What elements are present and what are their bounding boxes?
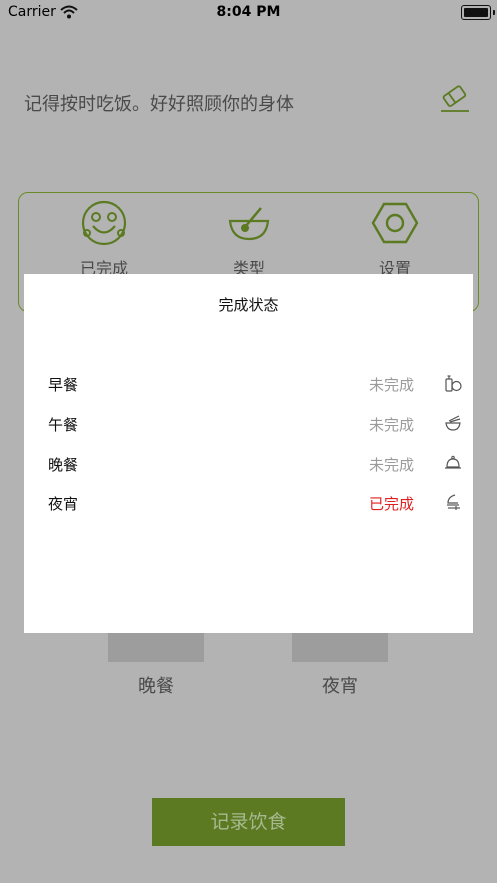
meal-name: 夜宵 [48,495,79,513]
meal-name: 晚餐 [48,456,79,474]
night-snack-label: 夜宵 [322,676,358,697]
meal-name: 早餐 [48,376,79,394]
meal-status: 已完成 [368,495,414,513]
bowl-spoon-icon [228,207,270,241]
smiley-face-icon [81,200,127,246]
status-bar: Carrier 8:04 PM [0,0,497,26]
meal-status: 未完成 [368,416,414,434]
clock: 8:04 PM [216,4,281,20]
meal-status: 未完成 [368,456,414,474]
meal-row-night-snack[interactable]: 夜宵 已完成 [24,490,473,516]
settings-action[interactable]: 设置 [345,199,445,279]
battery-icon [461,5,495,20]
dialog-title: 完成状态 [218,296,279,314]
meal-row-breakfast[interactable]: 早餐 未完成 [24,371,473,397]
meal-row-lunch[interactable]: 午餐 未完成 [24,411,473,437]
completion-status-dialog: 完成状态 早餐 未完成 午餐 未完成 晚餐 未完成 夜宵 已完成 [24,274,473,633]
reminder-message: 记得按时吃饭。好好照顾你的身体 [24,94,294,115]
completed-action[interactable]: 已完成 [54,199,154,279]
bread-bottle-icon [444,374,462,392]
meal-row-dinner[interactable]: 晚餐 未完成 [24,451,473,477]
cloche-icon [444,454,462,472]
record-diet-button[interactable]: 记录饮食 [152,798,345,846]
noodle-bowl-icon [444,414,462,432]
hex-nut-icon [371,202,419,244]
meal-status: 未完成 [368,376,414,394]
dinner-label: 晚餐 [138,676,174,697]
type-action[interactable]: 类型 [199,199,299,279]
meal-name: 午餐 [48,416,79,434]
moon-fork-icon [444,493,462,511]
eraser-icon[interactable] [438,84,472,114]
